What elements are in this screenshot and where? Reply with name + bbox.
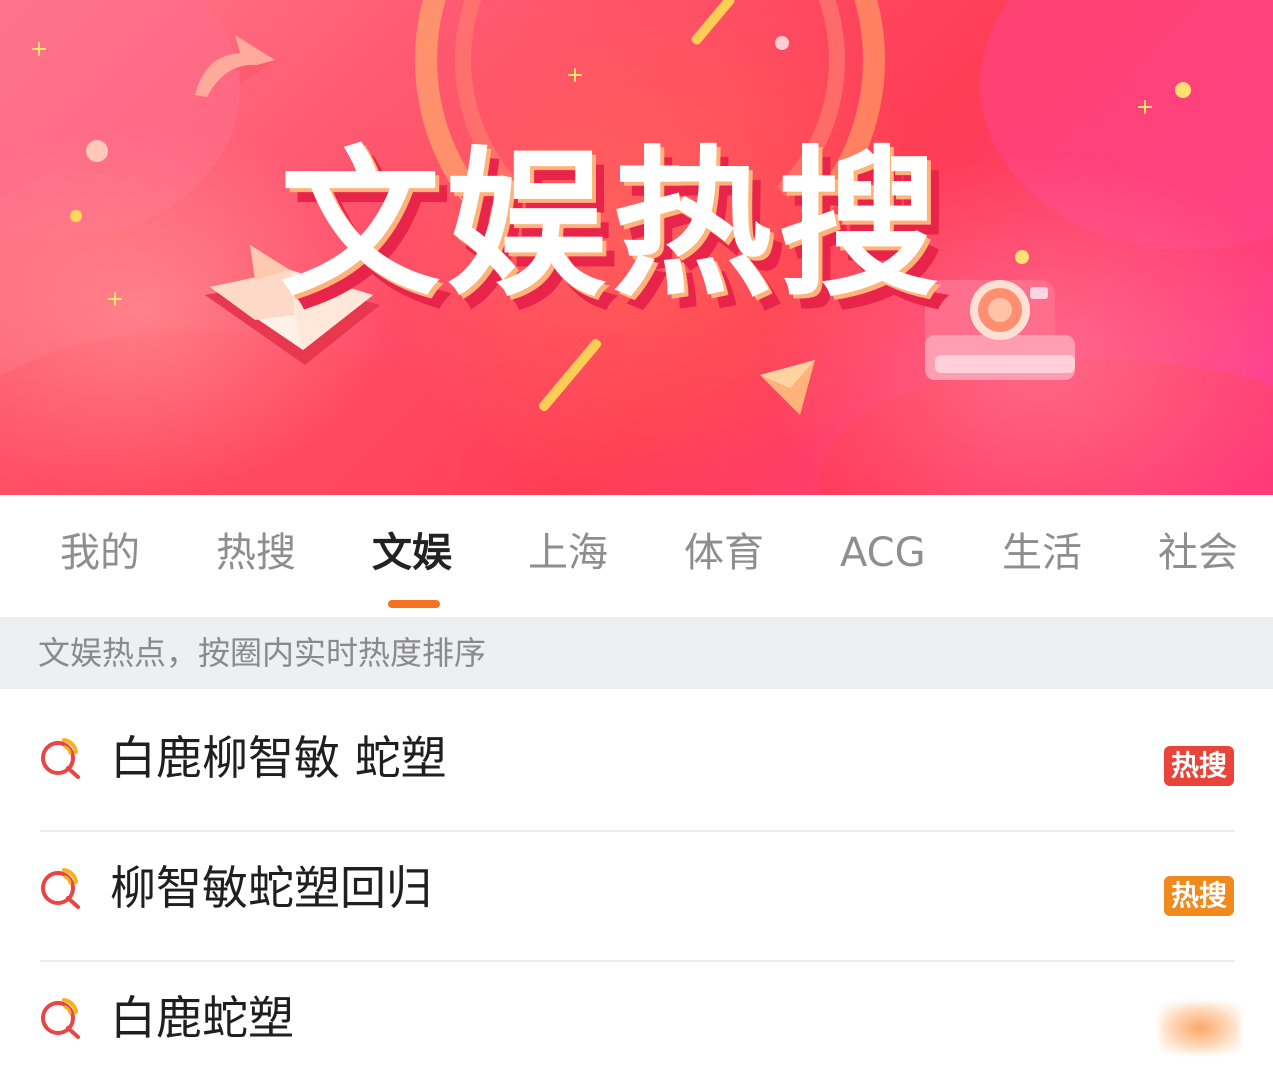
banner-title-text: 文娱热搜	[280, 131, 945, 318]
blurred-badge	[1160, 1003, 1240, 1053]
sparkle-icon	[1138, 100, 1152, 114]
list-item-label: 白鹿柳智敏 蛇塑	[110, 731, 447, 785]
banner-dot	[1015, 250, 1029, 264]
banner-dot	[86, 140, 108, 162]
pyramid-decoration	[760, 360, 815, 415]
banner: 文娱热搜 文娱热搜	[0, 0, 1273, 495]
list-item-label: 白鹿蛇塑	[110, 991, 294, 1045]
list-item[interactable]: 白鹿柳智敏 蛇塑 热搜	[0, 690, 1273, 820]
active-tab-indicator	[388, 600, 440, 608]
tab-mine[interactable]: 我的	[60, 525, 140, 581]
section-description: 文娱热点，按圈内实时热度排序	[38, 634, 487, 672]
tab-shanghai[interactable]: 上海	[528, 525, 608, 581]
tab-acg[interactable]: ACG	[840, 525, 926, 581]
sparkle-icon	[108, 292, 122, 306]
sparkle-icon	[568, 68, 582, 82]
tab-hot-search[interactable]: 热搜	[216, 525, 296, 581]
search-icon	[41, 868, 80, 909]
search-icon	[41, 738, 80, 779]
search-icon	[41, 998, 80, 1039]
banner-dot	[775, 36, 789, 50]
list-item-label: 柳智敏蛇塑回归	[110, 861, 432, 915]
arrow-icon	[195, 35, 275, 97]
sparkle-icon	[32, 42, 46, 56]
list-item[interactable]: 白鹿蛇塑	[0, 950, 1273, 1080]
tab-society[interactable]: 社会	[1158, 525, 1238, 581]
hot-badge: 热搜	[1164, 876, 1234, 916]
hot-search-list: 白鹿柳智敏 蛇塑 热搜 柳智敏蛇塑回归 热搜 白鹿蛇塑	[0, 690, 1273, 1080]
banner-title: 文娱热搜 文娱热搜	[280, 95, 980, 332]
section-description-bar: 文娱热点，按圈内实时热度排序	[0, 617, 1273, 689]
category-tabs: 我的 热搜 文娱 上海 体育 ACG 生活 社会	[0, 495, 1273, 615]
hot-badge: 热搜	[1164, 746, 1234, 786]
list-item[interactable]: 柳智敏蛇塑回归 热搜	[0, 820, 1273, 950]
banner-dot	[70, 210, 82, 222]
tab-entertainment[interactable]: 文娱	[372, 525, 452, 581]
tab-sports[interactable]: 体育	[684, 525, 764, 581]
banner-dot	[1175, 82, 1191, 98]
tab-life[interactable]: 生活	[1002, 525, 1082, 581]
